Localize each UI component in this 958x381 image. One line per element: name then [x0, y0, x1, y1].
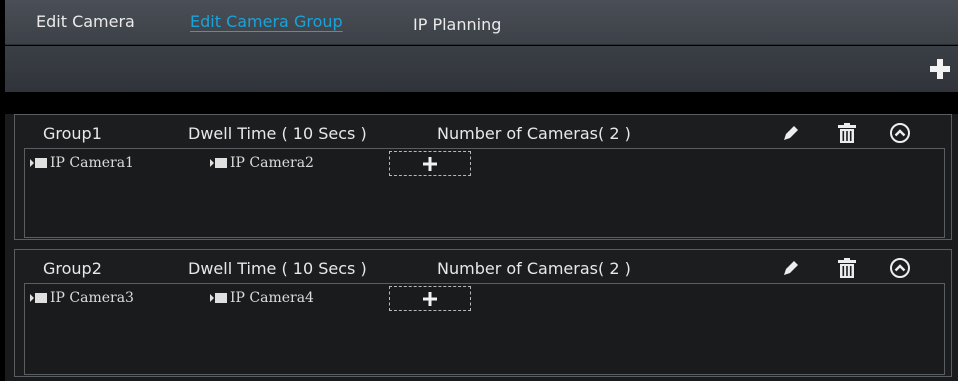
- plus-icon: [423, 157, 437, 171]
- camera-icon: [210, 158, 227, 168]
- dwell-time: Dwell Time ( 10 Secs ): [188, 124, 367, 143]
- camera-name: IP Camera3: [50, 290, 134, 306]
- add-camera-button[interactable]: [389, 151, 471, 176]
- tab-ip-planning[interactable]: IP Planning: [413, 15, 501, 34]
- camera-name: IP Camera1: [50, 155, 134, 171]
- pencil-icon: [784, 261, 798, 275]
- dwell-time: Dwell Time ( 10 Secs ): [188, 259, 367, 278]
- camera-item[interactable]: IP Camera2: [210, 155, 314, 171]
- camera-icon: [210, 293, 227, 303]
- camera-name: IP Camera2: [230, 155, 314, 171]
- camera-group-card: Group2 Dwell Time ( 10 Secs ) Number of …: [14, 249, 952, 377]
- plus-icon: [930, 59, 950, 79]
- edit-group-button[interactable]: [779, 257, 801, 279]
- collapse-up-icon: [890, 258, 910, 278]
- collapse-group-button[interactable]: [889, 122, 911, 144]
- plus-icon: [423, 292, 437, 306]
- camera-item[interactable]: IP Camera3: [30, 290, 134, 306]
- trash-icon: [838, 258, 856, 278]
- tab-edit-camera-group[interactable]: Edit Camera Group: [190, 12, 343, 31]
- tab-edit-camera[interactable]: Edit Camera: [36, 12, 135, 31]
- trash-icon: [838, 123, 856, 143]
- camera-group-card: Group1 Dwell Time ( 10 Secs ) Number of …: [14, 114, 952, 240]
- delete-group-button[interactable]: [836, 257, 858, 279]
- group-header: Group2 Dwell Time ( 10 Secs ) Number of …: [15, 250, 951, 283]
- group-header: Group1 Dwell Time ( 10 Secs ) Number of …: [15, 115, 951, 148]
- camera-item[interactable]: IP Camera4: [210, 290, 314, 306]
- edit-group-button[interactable]: [779, 122, 801, 144]
- delete-group-button[interactable]: [836, 122, 858, 144]
- toolbar: [5, 46, 958, 92]
- pencil-icon: [784, 126, 798, 140]
- group-name: Group1: [43, 124, 102, 143]
- add-camera-button[interactable]: [389, 286, 471, 311]
- group-name: Group2: [43, 259, 102, 278]
- add-group-button[interactable]: [929, 58, 951, 80]
- tab-bar: Edit Camera Edit Camera Group IP Plannin…: [5, 0, 958, 45]
- camera-name: IP Camera4: [230, 290, 314, 306]
- collapse-up-icon: [890, 123, 910, 143]
- camera-count: Number of Cameras( 2 ): [437, 259, 631, 278]
- collapse-group-button[interactable]: [889, 257, 911, 279]
- group-camera-list: IP Camera3 IP Camera4: [24, 283, 945, 375]
- camera-item[interactable]: IP Camera1: [30, 155, 134, 171]
- camera-icon: [30, 158, 47, 168]
- camera-icon: [30, 293, 47, 303]
- group-camera-list: IP Camera1 IP Camera2: [24, 148, 945, 238]
- camera-count: Number of Cameras( 2 ): [437, 124, 631, 143]
